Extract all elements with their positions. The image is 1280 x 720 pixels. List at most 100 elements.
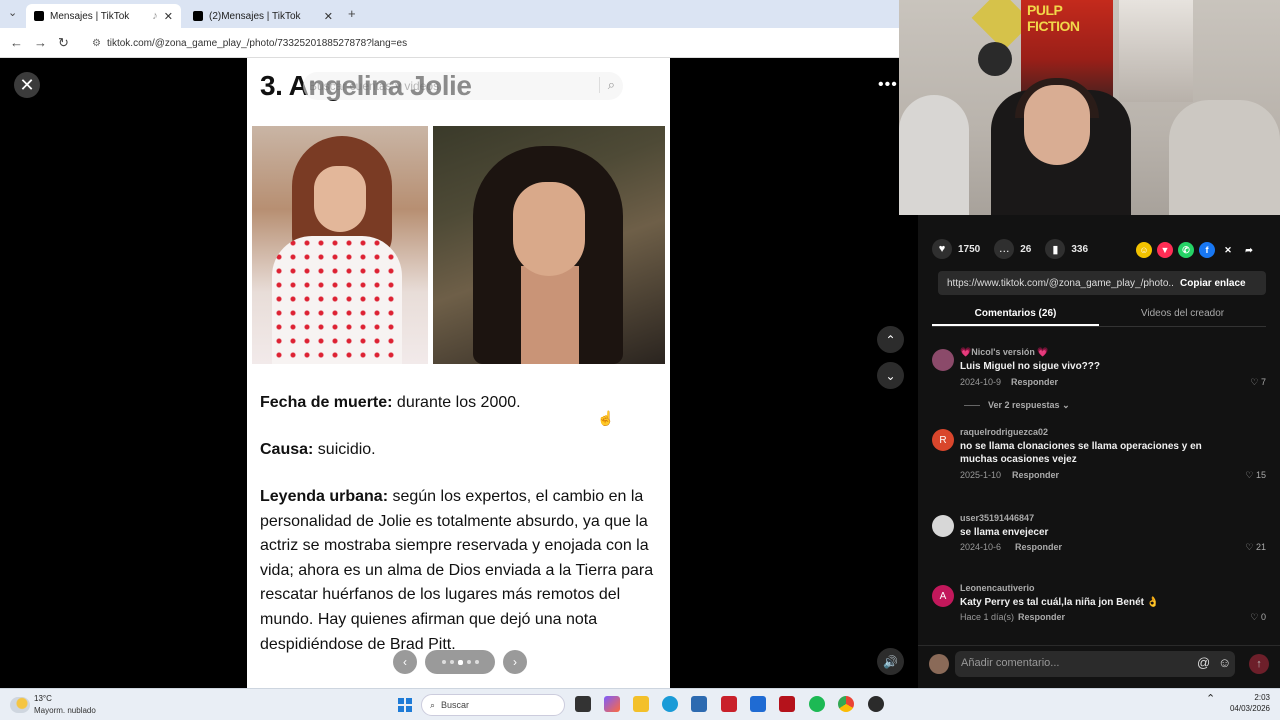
comment-like-count: 21 <box>1255 542 1266 552</box>
share-link-text[interactable]: https://www.tiktok.com/@zona_game_play_/… <box>938 278 1174 289</box>
post-comment-button[interactable]: ↑ <box>1249 654 1269 674</box>
prev-photo-button[interactable]: ‹ <box>393 650 417 674</box>
cause-label: Causa: <box>260 441 314 458</box>
more-options-icon[interactable]: ••• <box>878 76 898 94</box>
comment-composer: Añadir comentario... @ ☺ ↑ <box>918 645 1280 681</box>
reply-button[interactable]: Responder <box>1012 470 1059 480</box>
app-icon-l[interactable] <box>721 696 737 712</box>
search-input[interactable]: Buscar cuentas y videos ⌕ <box>303 72 623 100</box>
cloud-sun-icon <box>10 697 30 713</box>
emoji-icon[interactable]: ☺ <box>1218 655 1231 670</box>
x-icon[interactable]: ✕ <box>1220 242 1236 258</box>
url-field[interactable]: ⚙ tiktok.com/@zona_game_play_/photo/7332… <box>92 34 872 52</box>
close-tab-icon[interactable]: ✕ <box>324 10 333 23</box>
taskbar-search[interactable]: ⌕ Buscar <box>421 694 565 716</box>
dropbox-icon[interactable] <box>750 696 766 712</box>
site-info-icon[interactable]: ⚙ <box>92 38 101 49</box>
avatar[interactable] <box>932 349 954 371</box>
comment-like[interactable]: ♡ 7 <box>1250 377 1266 388</box>
comment-date: 2024-10-9 <box>960 377 1002 387</box>
page-dot[interactable] <box>449 660 454 664</box>
cause-value: suicidio. <box>313 441 376 458</box>
tab-list-icon[interactable]: ⌄ <box>8 6 17 19</box>
reload-icon[interactable]: ↻ <box>58 35 69 51</box>
address-bar: ← → ↻ ⚙ tiktok.com/@zona_game_play_/phot… <box>0 28 899 58</box>
store-icon[interactable] <box>691 696 707 712</box>
search-icon[interactable]: ⌕ <box>598 77 615 93</box>
comment-list: 💗Nicol's versión 💗 Luis Miguel no sigue … <box>932 343 1266 635</box>
save-button[interactable]: ▮ 336 <box>1045 239 1088 259</box>
back-icon[interactable]: ← <box>10 35 23 50</box>
previous-video-button[interactable]: ⌃ <box>877 326 904 353</box>
my-avatar <box>929 654 949 674</box>
carousel-pager: ‹ › <box>393 650 527 674</box>
close-viewer-button[interactable]: ✕ <box>14 72 40 98</box>
photo-young-actress <box>252 126 428 364</box>
share-icons: ☺ ▼ ✆ f ✕ ➦ <box>1136 242 1257 258</box>
reply-button[interactable]: Responder <box>1015 542 1062 552</box>
cause-paragraph: Causa: suicidio. <box>260 438 660 463</box>
tab-mensajes-2[interactable]: (2)Mensajes | TikTok ✕ <box>185 4 341 28</box>
spotify-icon[interactable] <box>809 696 825 712</box>
task-view-icon[interactable] <box>575 696 591 712</box>
mcafee-icon[interactable] <box>779 696 795 712</box>
legend-value: según los expertos, el cambio en la pers… <box>260 488 654 653</box>
search-placeholder: Buscar cuentas y videos <box>309 79 440 93</box>
webcam-overlay: PULP FICTION <box>899 0 1280 215</box>
forward-icon[interactable]: → <box>34 35 47 50</box>
page-dot[interactable] <box>466 660 471 664</box>
page-dot[interactable] <box>474 660 479 664</box>
copilot-icon[interactable] <box>604 696 620 712</box>
next-video-button[interactable]: ⌄ <box>877 362 904 389</box>
close-tab-icon[interactable]: ✕ <box>164 10 173 23</box>
copy-link-button[interactable]: Copiar enlace <box>1174 278 1246 289</box>
comment-username[interactable]: 💗Nicol's versión 💗 <box>960 347 1049 358</box>
tab-mensajes[interactable]: Mensajes | TikTok ♪ ✕ <box>26 4 181 28</box>
comment-like[interactable]: ♡ 0 <box>1250 612 1266 623</box>
comment-input[interactable]: Añadir comentario... <box>955 651 1235 677</box>
comment-like-count: 15 <box>1255 470 1266 480</box>
comment-like[interactable]: ♡ 15 <box>1245 470 1266 481</box>
tab-comments[interactable]: Comentarios (26) <box>932 303 1099 326</box>
comment-username[interactable]: Leonencautiverio <box>960 583 1035 593</box>
like-button[interactable]: ♥ 1750 <box>932 239 980 259</box>
embed-share-icon[interactable]: ☺ <box>1136 242 1152 258</box>
tab-creator-videos[interactable]: Videos del creador <box>1099 303 1266 326</box>
avatar[interactable] <box>932 515 954 537</box>
next-photo-button[interactable]: › <box>503 650 527 674</box>
clock[interactable]: 2:03 04/03/2026 <box>1228 693 1270 713</box>
wall-sign <box>978 42 1012 76</box>
save-count: 336 <box>1071 243 1089 255</box>
reply-button[interactable]: Responder <box>1018 612 1065 622</box>
facebook-icon[interactable]: f <box>1199 242 1215 258</box>
comment-count: 26 <box>1020 243 1032 255</box>
edge-icon[interactable] <box>662 696 678 712</box>
comment-like[interactable]: ♡ 21 <box>1245 542 1266 553</box>
page-dot[interactable] <box>457 659 463 665</box>
chrome-icon[interactable] <box>838 696 854 712</box>
person-right <box>1169 100 1280 215</box>
comment-button[interactable]: … 26 <box>994 239 1031 259</box>
share-arrow-icon[interactable]: ➦ <box>1241 242 1257 258</box>
send-share-icon[interactable]: ▼ <box>1157 242 1173 258</box>
screen: ⌄ Mensajes | TikTok ♪ ✕ (2)Mensajes | Ti… <box>0 0 1280 720</box>
legend-label: Leyenda urbana: <box>260 488 389 505</box>
view-replies-button[interactable]: Ver 2 respuestas ⌄ <box>964 400 1070 411</box>
windows-start-icon[interactable] <box>398 698 412 712</box>
page-dot[interactable] <box>441 660 446 664</box>
comment-username[interactable]: raquelrodriguezca02 <box>960 427 1048 437</box>
avatar[interactable]: A <box>932 585 954 607</box>
avatar[interactable]: R <box>932 429 954 451</box>
weather-temp: 13°C <box>34 694 52 703</box>
system-tray-icon[interactable]: ⌃ <box>1206 692 1215 705</box>
whatsapp-icon[interactable]: ✆ <box>1178 242 1194 258</box>
reply-button[interactable]: Responder <box>1011 377 1058 387</box>
file-explorer-icon[interactable] <box>633 696 649 712</box>
volume-button[interactable]: 🔊 <box>877 648 904 675</box>
app-icon[interactable] <box>868 696 884 712</box>
mute-icon[interactable]: ♪ <box>152 10 158 22</box>
mention-icon[interactable]: @ <box>1197 655 1210 670</box>
comment-username[interactable]: user35191446847 <box>960 513 1034 523</box>
browser-tab-strip: ⌄ Mensajes | TikTok ♪ ✕ (2)Mensajes | Ti… <box>0 0 899 28</box>
new-tab-icon[interactable]: + <box>348 6 356 21</box>
